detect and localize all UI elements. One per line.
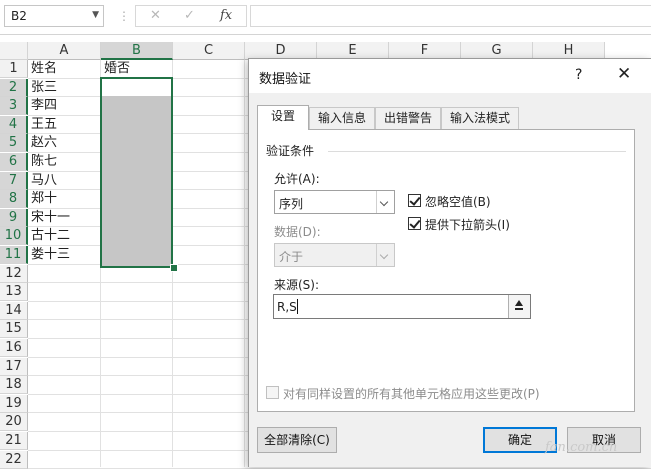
name-box-value: B2	[11, 9, 27, 23]
select-all-corner[interactable]	[0, 42, 28, 60]
cell-a2[interactable]: 张三	[28, 79, 57, 97]
tab-settings[interactable]: 设置	[257, 105, 309, 130]
selection-border	[100, 77, 173, 268]
column-header-b[interactable]: B	[101, 42, 173, 60]
row-header-10[interactable]: 10	[0, 227, 28, 245]
row-header-8[interactable]: 8	[0, 190, 28, 208]
cell-a10[interactable]: 古十二	[28, 227, 70, 245]
dialog-titlebar: 数据验证 ? ✕	[249, 59, 651, 93]
drag-handle-icon[interactable]: ⋮	[118, 9, 130, 23]
column-header-c[interactable]: C	[173, 42, 245, 60]
apply-all-label: 对有同样设置的所有其他单元格应用这些更改(P)	[283, 387, 540, 401]
row-header-19[interactable]: 19	[0, 395, 28, 413]
data-select: 介于	[274, 243, 395, 267]
cell-a11[interactable]: 娄十三	[28, 246, 70, 264]
row-header-17[interactable]: 17	[0, 358, 28, 376]
check-icon[interactable]: ✓	[184, 8, 195, 23]
cell-b1[interactable]: 婚否	[101, 60, 130, 78]
row-header-16[interactable]: 16	[0, 339, 28, 357]
row-header-2[interactable]: 2	[0, 79, 28, 97]
dialog-title: 数据验证	[259, 72, 312, 87]
close-icon[interactable]: ✕	[617, 64, 631, 84]
row-header-9[interactable]: 9	[0, 209, 28, 227]
validation-criteria-label: 验证条件	[266, 144, 315, 158]
in-cell-dropdown-label[interactable]: 提供下拉箭头(I)	[425, 216, 510, 233]
allow-select-value: 序列	[279, 197, 304, 211]
row-header-21[interactable]: 21	[0, 432, 28, 450]
chevron-down-icon[interactable]	[376, 191, 394, 213]
row-header-5[interactable]: 5	[0, 134, 28, 152]
cell-a8[interactable]: 郑十	[28, 190, 57, 208]
cell-a6[interactable]: 陈七	[28, 153, 57, 171]
name-box[interactable]: B2 ▼	[4, 5, 104, 27]
chevron-down-icon	[376, 244, 394, 266]
cell-a9[interactable]: 宋十一	[28, 209, 70, 227]
row-header-4[interactable]: 4	[0, 116, 28, 134]
cell-a4[interactable]: 王五	[28, 116, 57, 134]
data-validation-dialog: 数据验证 ? ✕ 设置 输入信息 出错警告 输入法模式 验证条件 允许(A): …	[248, 58, 651, 467]
clear-all-button[interactable]: 全部清除(C)	[257, 427, 337, 453]
allow-select[interactable]: 序列	[274, 190, 395, 214]
tab-error-alert[interactable]: 出错警告	[375, 107, 441, 129]
data-select-value: 介于	[279, 250, 304, 264]
row-header-13[interactable]: 13	[0, 283, 28, 301]
tab-input-message[interactable]: 输入信息	[309, 107, 375, 129]
insert-function-icon[interactable]: fx	[220, 8, 232, 23]
ignore-blank-checkbox[interactable]	[408, 194, 421, 207]
settings-panel: 验证条件 允许(A): 序列 忽略空值(B) 提供下拉箭头(I) 数据(D): …	[257, 129, 635, 412]
row-header-11[interactable]: 11	[0, 246, 28, 264]
source-label: 来源(S):	[274, 278, 320, 292]
formula-buttons: ✕ ✓ fx	[135, 5, 247, 27]
row-header-1[interactable]: 1	[0, 60, 28, 78]
row-header-20[interactable]: 20	[0, 413, 28, 431]
tab-ime-mode[interactable]: 输入法模式	[441, 107, 519, 129]
cancel-icon[interactable]: ✕	[150, 8, 161, 23]
cell-a7[interactable]: 马八	[28, 172, 57, 190]
row-header-18[interactable]: 18	[0, 376, 28, 394]
cell-a5[interactable]: 赵六	[28, 134, 57, 152]
group-divider	[328, 151, 626, 152]
row-header-7[interactable]: 7	[0, 172, 28, 190]
cell-a3[interactable]: 李四	[28, 97, 57, 115]
in-cell-dropdown-checkbox[interactable]	[408, 217, 421, 230]
row-header-12[interactable]: 12	[0, 265, 28, 283]
fill-handle[interactable]	[170, 264, 178, 272]
source-input-value: R,S	[277, 300, 297, 314]
row-header-22[interactable]: 22	[0, 451, 28, 469]
collapse-dialog-icon[interactable]	[508, 295, 530, 318]
formula-input[interactable]	[250, 5, 651, 27]
row-header-14[interactable]: 14	[0, 302, 28, 320]
chevron-down-icon[interactable]: ▼	[92, 10, 99, 20]
row-header-6[interactable]: 6	[0, 153, 28, 171]
text-caret	[297, 299, 298, 314]
row-header-3[interactable]: 3	[0, 97, 28, 115]
column-header-a[interactable]: A	[28, 42, 101, 60]
data-label: 数据(D):	[274, 225, 321, 239]
row-header-15[interactable]: 15	[0, 320, 28, 338]
ignore-blank-label[interactable]: 忽略空值(B)	[425, 193, 491, 210]
apply-all-checkbox[interactable]	[266, 386, 279, 399]
help-icon[interactable]: ?	[575, 67, 582, 83]
formula-bar: B2 ▼ ⋮ ✕ ✓ fx	[0, 0, 651, 35]
watermark: fan.com.cn	[545, 440, 618, 455]
cell-a1[interactable]: 姓名	[28, 60, 57, 78]
allow-label: 允许(A):	[274, 172, 320, 186]
source-input[interactable]: R,S	[273, 294, 531, 319]
